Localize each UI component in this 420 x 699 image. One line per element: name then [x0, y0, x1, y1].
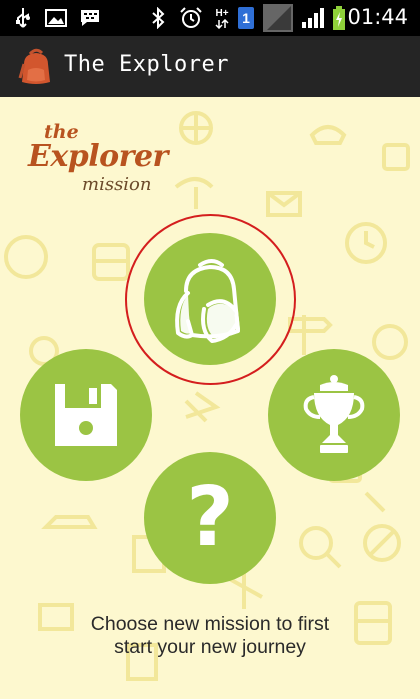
trophy-icon — [303, 375, 365, 453]
status-time: 01:44 — [347, 5, 408, 29]
backpack-icon — [175, 259, 240, 343]
app-bar: The Explorer — [0, 36, 420, 97]
signal-icon — [300, 7, 326, 29]
sim-badge: 1 — [238, 7, 254, 29]
network-type-label: H+ — [215, 7, 229, 19]
question-mark-icon: ? — [186, 470, 234, 565]
new-mission-button[interactable] — [144, 233, 276, 365]
bluetooth-icon — [148, 7, 168, 29]
battery-charging-icon — [330, 6, 348, 30]
status-bar: H+ 1 01:44 — [0, 0, 420, 36]
logo-explorer: Explorer — [28, 139, 168, 174]
backpack-icon[interactable] — [14, 44, 58, 88]
data-transfer-icon: H+ — [212, 7, 232, 29]
no-signal-icon — [262, 4, 294, 32]
logo-mission: mission — [82, 174, 152, 195]
main-content: the Explorer mission ? Choose new missio… — [0, 97, 420, 699]
caption-line-2: start your new journey — [114, 636, 306, 658]
explorer-mission-logo: the Explorer mission — [26, 119, 168, 199]
caption-line-1: Choose new mission to first — [90, 613, 330, 635]
instruction-caption: Choose new mission to first start your n… — [0, 613, 420, 659]
load-mission-button[interactable] — [20, 349, 152, 481]
floppy-disk-icon — [55, 384, 117, 446]
help-button[interactable]: ? — [144, 452, 276, 584]
achievements-button[interactable] — [268, 349, 400, 481]
alarm-icon — [178, 7, 204, 29]
sim-icon: 1 — [236, 7, 256, 29]
app-title: The Explorer — [64, 52, 229, 77]
usb-icon — [12, 7, 34, 29]
image-icon — [44, 7, 68, 29]
bbm-icon — [78, 7, 102, 29]
